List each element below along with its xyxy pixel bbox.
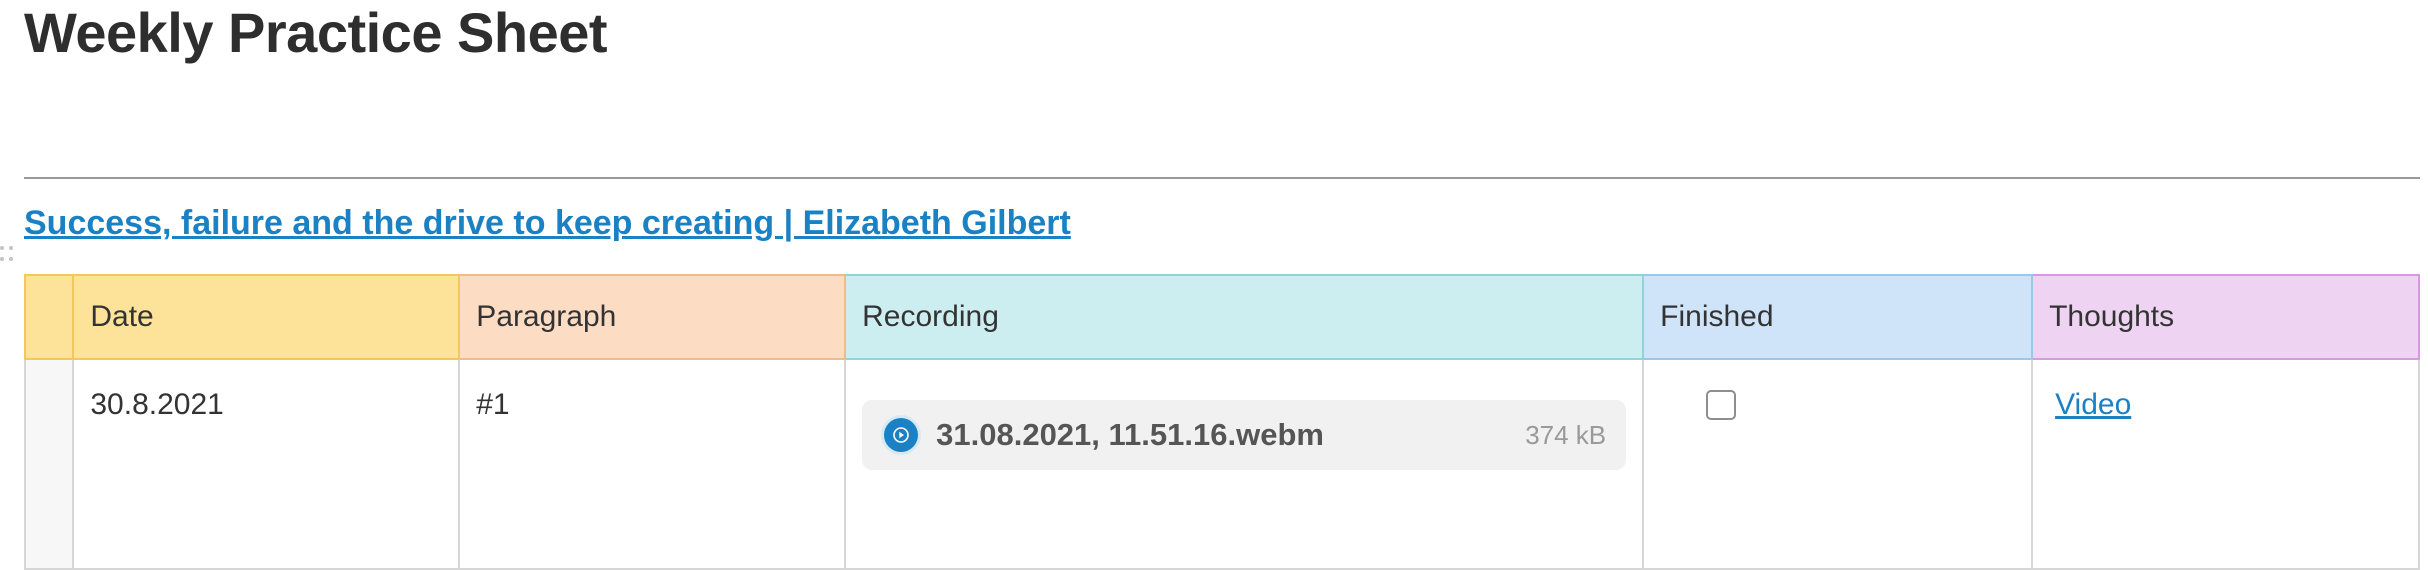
date-cell[interactable]: 30.8.2021 <box>72 358 461 570</box>
divider <box>24 177 2420 179</box>
drag-handle-icon[interactable] <box>0 246 14 264</box>
row-index-header <box>23 274 75 360</box>
attachment-file-size: 374 kB <box>1525 419 1607 450</box>
play-icon[interactable] <box>884 418 919 452</box>
column-header-recording[interactable]: Recording <box>844 274 1645 360</box>
practice-table: Date Paragraph Recording Finished Though… <box>23 274 2420 570</box>
paragraph-cell[interactable]: #1 <box>458 358 847 570</box>
row-index-cell[interactable] <box>23 358 75 570</box>
attachment-file-name: 31.08.2021, 11.51.16.webm <box>936 417 1324 452</box>
audio-attachment[interactable]: 31.08.2021, 11.51.16.webm 374 kB <box>862 400 1627 470</box>
column-header-paragraph[interactable]: Paragraph <box>458 274 847 360</box>
table-row: 30.8.2021 #1 31.08.2021, 11.51.16.webm 3… <box>23 358 2420 570</box>
talk-link[interactable]: Success, failure and the drive to keep c… <box>24 204 1071 243</box>
recording-cell[interactable]: 31.08.2021, 11.51.16.webm 374 kB <box>844 358 1645 570</box>
column-header-finished[interactable]: Finished <box>1642 274 2034 360</box>
column-header-date[interactable]: Date <box>72 274 461 360</box>
table-header-row: Date Paragraph Recording Finished Though… <box>23 274 2420 360</box>
page-title: Weekly Practice Sheet <box>24 1 608 64</box>
video-link[interactable]: Video <box>2055 388 2131 421</box>
column-header-thoughts[interactable]: Thoughts <box>2031 274 2420 360</box>
thoughts-cell[interactable]: Video <box>2031 358 2420 570</box>
finished-checkbox[interactable] <box>1706 390 1737 420</box>
finished-cell[interactable] <box>1642 358 2034 570</box>
